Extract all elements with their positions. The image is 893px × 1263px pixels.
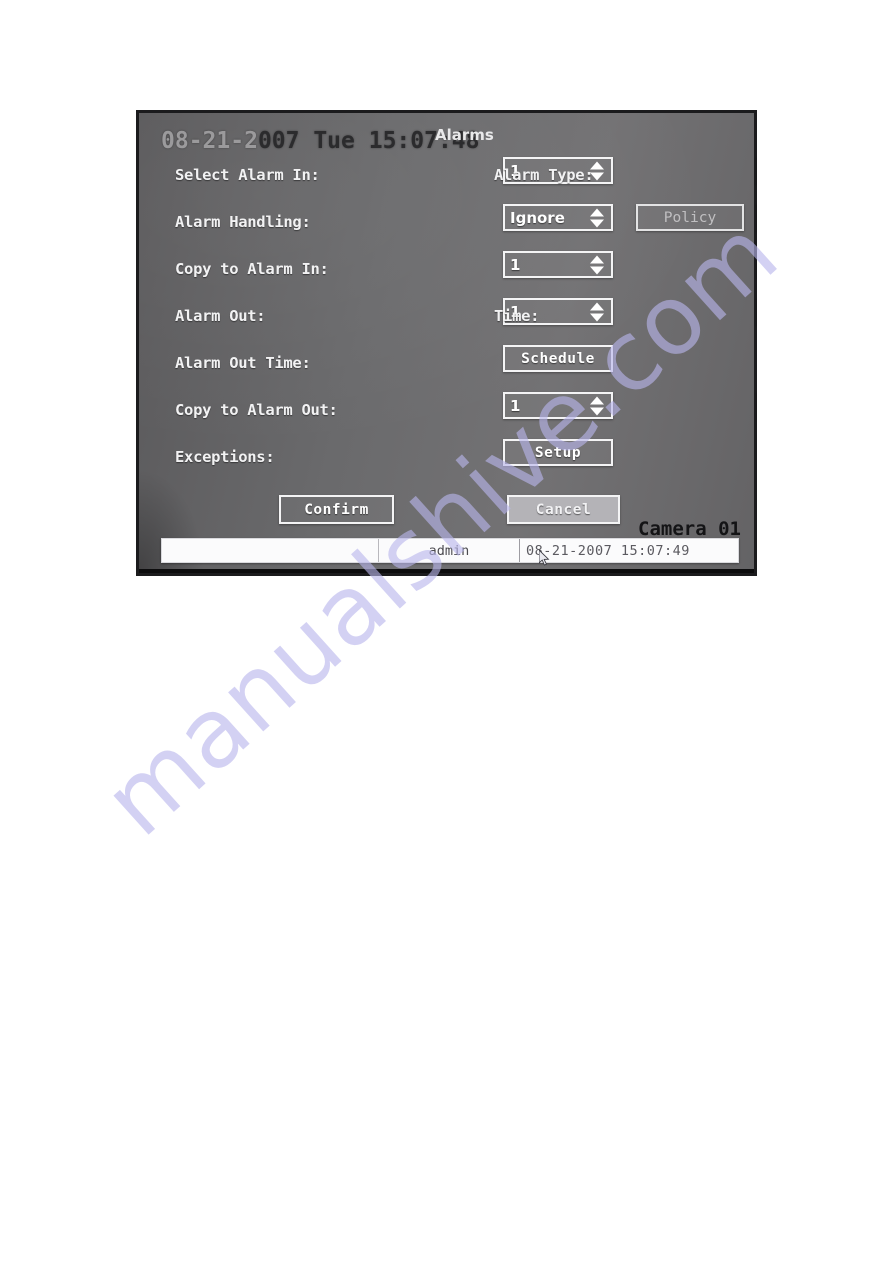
spinner-arrows-icon[interactable]: [590, 302, 604, 321]
form-row-copy-to-alarm-in: Copy to Alarm In: 1 Copy: [139, 251, 754, 298]
copy-to-alarm-out-spinner[interactable]: 1: [503, 392, 613, 419]
form-row-select-alarm-in: Select Alarm In: 1 Alarm Type: N.O: [139, 157, 754, 204]
status-bar-cell-empty[interactable]: [162, 539, 379, 562]
spinner-arrows-icon[interactable]: [590, 255, 604, 274]
camera-osd-label: Camera 01: [638, 518, 741, 540]
status-bar-user: admin: [379, 539, 520, 562]
dialog-title: Alarms: [435, 126, 494, 144]
copy-to-alarm-in-spinner[interactable]: 1: [503, 251, 613, 278]
mouse-cursor-icon: [539, 550, 550, 566]
dvr-panel-bottom-edge: [139, 569, 754, 573]
status-bar-timestamp: 08-21-2007 15:07:49: [526, 542, 690, 559]
label-select-alarm-in: Select Alarm In:: [175, 166, 320, 184]
status-bar: admin 08-21-2007 15:07:49: [161, 538, 739, 563]
form-row-alarm-out: Alarm Out: 1 Time: 5S: [139, 298, 754, 345]
spinner-arrows-icon[interactable]: [590, 396, 604, 415]
form-row-alarm-handling: Alarm Handling: Ignore Policy PTZ Linkag…: [139, 204, 754, 251]
copy-to-alarm-out-value: 1: [510, 396, 521, 415]
form-row-exceptions: Exceptions: Setup: [139, 439, 754, 486]
osd-datetime: 08-21-2007 Tue 15:07:48: [161, 128, 480, 154]
label-copy-to-alarm-in: Copy to Alarm In:: [175, 260, 329, 278]
policy-button[interactable]: Policy: [636, 204, 744, 231]
cancel-button[interactable]: Cancel: [507, 495, 620, 524]
dvr-screen: 08-21-2007 Tue 15:07:48 Alarms Select Al…: [139, 113, 754, 569]
osd-datetime-rest: Tue 15:: [299, 128, 411, 154]
form-row-copy-to-alarm-out: Copy to Alarm Out: 1 Copy: [139, 392, 754, 439]
form-row-alarm-out-time: Alarm Out Time: Schedule: [139, 345, 754, 392]
confirm-button[interactable]: Confirm: [279, 495, 394, 524]
label-alarm-handling: Alarm Handling:: [175, 213, 311, 231]
exceptions-setup-button[interactable]: Setup: [503, 439, 613, 466]
copy-to-alarm-in-value: 1: [510, 255, 521, 274]
label-alarm-out-time: Alarm Out Time:: [175, 354, 311, 372]
osd-header: 08-21-2007 Tue 15:07:48 Alarms: [161, 126, 741, 160]
alarm-handling-value: Ignore: [510, 208, 565, 227]
alarms-form: Select Alarm In: 1 Alarm Type: N.O Alarm…: [139, 157, 754, 486]
schedule-button[interactable]: Schedule: [503, 345, 613, 372]
label-exceptions: Exceptions:: [175, 448, 275, 466]
alarm-handling-spinner[interactable]: Ignore: [503, 204, 613, 231]
spinner-arrows-icon[interactable]: [590, 208, 604, 227]
osd-datetime-date: 08-21-2: [161, 128, 258, 154]
dvr-screenshot-panel: 08-21-2007 Tue 15:07:48 Alarms Select Al…: [136, 110, 757, 576]
osd-datetime-mid: 007: [257, 128, 300, 154]
label-alarm-out: Alarm Out:: [175, 307, 266, 325]
label-copy-to-alarm-out: Copy to Alarm Out:: [175, 401, 338, 419]
label-alarm-type: Alarm Type:: [494, 166, 594, 184]
label-alarm-out-time-duration: Time:: [494, 307, 540, 325]
